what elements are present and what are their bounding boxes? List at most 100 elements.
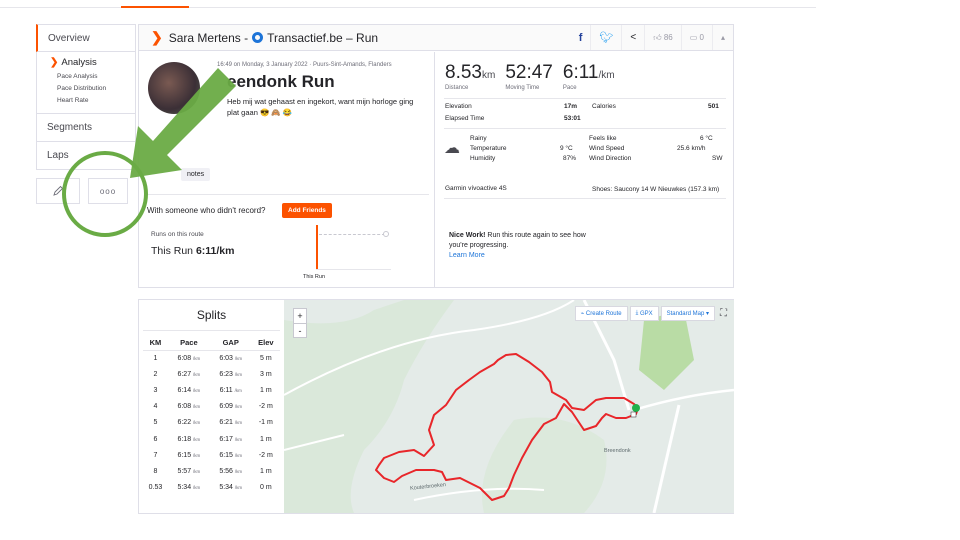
graph-baseline — [316, 269, 391, 270]
splits-table: KM Pace GAP Elev 1 6:08 /km 6:03 /km 5 m 2 6:… — [143, 336, 280, 496]
sidebar-tools: ooo — [36, 178, 128, 204]
moving-time-value: 52:47 — [505, 62, 553, 83]
edit-button[interactable] — [36, 178, 80, 204]
calories-value: 501 — [708, 103, 719, 110]
device-name: Garmin vívoactive 4S — [445, 185, 507, 192]
table-row: 7 6:15 /km 6:15 /km -2 m — [143, 447, 280, 463]
split-elev-value: -2 m — [258, 403, 273, 411]
split-elev: 1 m — [252, 431, 280, 447]
kudos-count: 86 — [663, 33, 673, 42]
map-zoom-controls: + - — [293, 308, 307, 338]
facebook-icon[interactable]: f — [571, 25, 591, 50]
twitter-icon[interactable]: 🐦︎ — [590, 25, 621, 50]
column-header: Pace — [167, 336, 210, 351]
split-km: 3 — [143, 382, 168, 398]
map-type-select[interactable]: Standard Map ▾ — [660, 306, 715, 321]
split-gap-value: 6:21 — [219, 419, 233, 427]
elevation-value: 17m — [564, 103, 578, 110]
map-controls: ⌁ Create Route ⤓ GPX Standard Map ▾ ⛶ — [573, 306, 730, 321]
this-run-pace: This Run 6:11/km — [151, 245, 234, 257]
athlete-name[interactable]: Sara Mertens - — [169, 31, 248, 45]
kudos-button[interactable]: 👍︎ 86 — [644, 25, 681, 50]
sidebar-item-segments[interactable]: Segments — [36, 114, 136, 142]
split-gap-value: 6:17 — [219, 435, 233, 443]
zoom-out-button[interactable]: - — [294, 323, 306, 337]
sidebar-item-analysis[interactable]: ❯ Analysis — [50, 57, 135, 68]
moving-time-label: Moving Time — [505, 85, 540, 91]
table-row: 6 6:18 /km 6:17 /km 1 m — [143, 431, 280, 447]
divider — [444, 198, 726, 199]
split-pace-value: 6:18 — [177, 435, 192, 443]
split-elev: 5 m — [252, 350, 280, 366]
stat-distance: 8.53km Distance — [445, 62, 495, 91]
split-pace-value: 6:27 — [177, 370, 192, 378]
split-gap: 6:23 /km — [210, 366, 252, 382]
comments-button[interactable]: ▭ 0 — [680, 25, 712, 50]
split-elev-value: 3 m — [259, 370, 272, 378]
split-elev-value: -2 m — [258, 451, 273, 459]
learn-more-link[interactable]: Learn More — [449, 252, 485, 259]
sidebar-item-overview[interactable]: Overview — [36, 24, 136, 52]
sidebar-item-heart-rate[interactable]: Heart Rate — [50, 95, 135, 107]
split-pace: 5:34 /km — [168, 480, 210, 496]
split-unit: /km — [193, 452, 201, 458]
split-unit: /km — [193, 404, 201, 410]
split-km-value: 8 — [153, 467, 158, 475]
zoom-in-button[interactable]: + — [294, 309, 306, 323]
sidebar-item-laps[interactable]: Laps — [36, 142, 136, 170]
split-elev: -1 m — [252, 415, 280, 431]
split-km: 7 — [143, 447, 168, 463]
route-start-marker — [632, 404, 640, 412]
split-gap: 6:03 /km — [210, 350, 252, 366]
split-km: 0.53 — [143, 480, 168, 496]
wind-direction-value: SW — [712, 155, 723, 162]
wind-direction-label: Wind Direction — [589, 155, 632, 162]
table-row: 5 6:22 /km 6:21 /km -1 m — [143, 415, 280, 431]
nice-work-message: Nice Work! Run this route again to see h… — [449, 231, 589, 261]
private-notes-button[interactable]: notes — [181, 168, 211, 181]
split-pace-value: 6:15 — [177, 451, 192, 459]
sidebar-item-pace-distribution[interactable]: Pace Distribution — [50, 83, 135, 95]
split-km: 6 — [143, 431, 168, 447]
club-logo-icon — [252, 32, 264, 43]
add-friends-button[interactable]: Add Friends — [282, 203, 332, 218]
distance-label: Distance — [445, 85, 469, 91]
runs-on-route-label: Runs on this route — [151, 231, 204, 238]
this-run-value: 6:11/km — [195, 245, 235, 257]
split-unit: /km — [234, 420, 243, 426]
split-elev-value: -1 m — [258, 419, 273, 427]
primary-stats: 8.53km Distance 52:47 Moving Time 6:11/k… — [445, 62, 625, 91]
divider — [143, 330, 280, 331]
sidebar-item-pace-analysis[interactable]: Pace Analysis — [50, 71, 135, 83]
split-unit: /km — [234, 485, 243, 491]
collapse-icon[interactable]: ▴ — [711, 25, 733, 50]
temperature-label: Temperature — [470, 145, 507, 152]
pace-value: 6:11 — [562, 62, 599, 83]
more-actions-button[interactable]: ooo — [88, 178, 128, 204]
split-pace-value: 6:08 — [177, 354, 192, 362]
shoes-info[interactable]: Shoes: Saucony 14 W Nieuwkes (157.3 km) — [592, 185, 727, 195]
split-unit: /km — [234, 468, 243, 474]
splits-map-panel: Splits KM Pace GAP Elev 1 6:08 /km 6:03 /k… — [138, 299, 734, 514]
split-elev: 3 m — [252, 366, 280, 382]
activity-title: eendonk Run — [227, 72, 335, 91]
route-map[interactable]: + - ⌁ Create Route ⤓ GPX Standard Map ▾ … — [284, 300, 734, 513]
expand-map-icon[interactable]: ⛶ — [717, 306, 730, 321]
table-row: 8 5:57 /km 5:56 /km 1 m — [143, 463, 280, 479]
share-icon[interactable]: < — [621, 25, 644, 50]
split-gap: 6:17 /km — [210, 431, 252, 447]
create-route-button[interactable]: ⌁ Create Route — [574, 306, 628, 321]
split-unit: /km — [234, 371, 243, 377]
split-km-value: 1 — [153, 354, 158, 362]
map-type-label: Standard Map — [666, 310, 705, 317]
split-unit: /km — [234, 436, 243, 442]
split-unit: /km — [193, 387, 201, 393]
split-gap-value: 5:56 — [219, 467, 233, 475]
split-km: 8 — [143, 463, 168, 479]
avatar[interactable] — [148, 62, 200, 114]
activity-description: Heb mij wat gehaast en ingekort, want mi… — [227, 97, 414, 117]
social-bar: f 🐦︎ < 👍︎ 86 ▭ 0 ▴ — [571, 25, 733, 50]
gpx-button[interactable]: ⤓ GPX — [629, 306, 659, 321]
split-unit: /km — [193, 485, 201, 491]
split-elev: -2 m — [252, 447, 280, 463]
